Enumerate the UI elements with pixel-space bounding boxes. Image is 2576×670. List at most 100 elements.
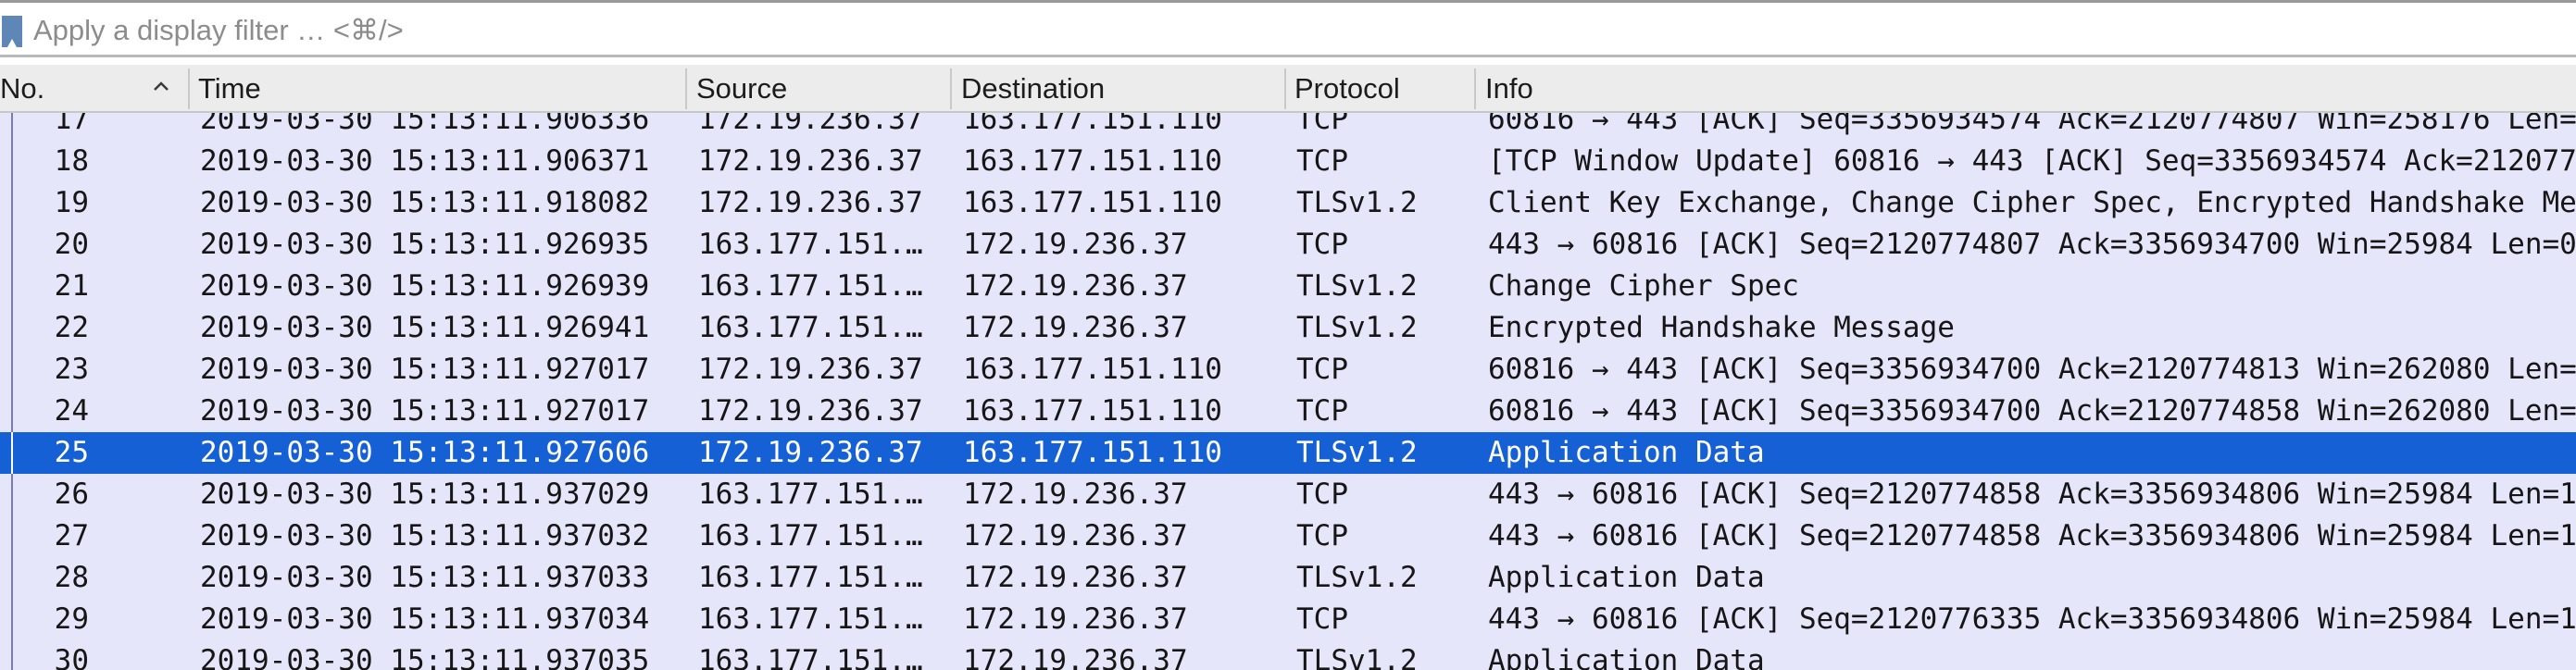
- packet-no: 22: [54, 311, 89, 344]
- packet-source: 163.177.151.…: [698, 644, 923, 670]
- packet-row[interactable]: 19 2019-03-30 15:13:11.918082 172.19.236…: [0, 182, 2576, 224]
- packet-no: 30: [54, 644, 89, 670]
- packet-row[interactable]: 20 2019-03-30 15:13:11.926935 163.177.15…: [0, 224, 2576, 266]
- packet-time: 2019-03-30 15:13:11.937032: [200, 519, 650, 552]
- packet-destination: 163.177.151.110: [963, 186, 1222, 219]
- packet-source: 163.177.151.…: [698, 228, 923, 261]
- packet-protocol: TCP: [1296, 602, 1348, 636]
- packet-time: 2019-03-30 15:13:11.926941: [200, 311, 650, 344]
- packet-info: 443 → 60816 [ACK] Seq=2120774858 Ack=335…: [1488, 519, 2576, 552]
- packet-time: 2019-03-30 15:13:11.926935: [200, 228, 650, 261]
- column-header-destination[interactable]: Destination: [961, 65, 1105, 111]
- packet-destination: 172.19.236.37: [963, 228, 1188, 261]
- packet-source: 163.177.151.…: [698, 561, 923, 594]
- column-header-no[interactable]: No.: [0, 65, 44, 111]
- packet-row-selected[interactable]: 25 2019-03-30 15:13:11.927606 172.19.236…: [0, 432, 2576, 474]
- packet-time: 2019-03-30 15:13:11.937029: [200, 478, 650, 511]
- packet-info: 60816 → 443 [ACK] Seq=3356934700 Ack=212…: [1488, 394, 2576, 428]
- sort-ascending-icon[interactable]: [151, 76, 171, 96]
- packet-time: 2019-03-30 15:13:11.927606: [200, 436, 650, 469]
- packet-protocol: TCP: [1296, 478, 1348, 511]
- packet-info: Client Key Exchange, Change Cipher Spec,…: [1488, 186, 2576, 219]
- packet-no: 29: [54, 602, 89, 636]
- column-header-time[interactable]: Time: [198, 65, 261, 111]
- display-filter-bar: [0, 0, 2576, 57]
- column-header-protocol-label: Protocol: [1294, 72, 1400, 105]
- packet-time: 2019-03-30 15:13:11.937035: [200, 644, 650, 670]
- packet-destination: 163.177.151.110: [963, 394, 1222, 428]
- packet-row[interactable]: 26 2019-03-30 15:13:11.937029 163.177.15…: [0, 474, 2576, 515]
- packet-no: 25: [54, 436, 89, 469]
- packet-destination: 172.19.236.37: [963, 269, 1188, 303]
- packet-info: Application Data: [1488, 436, 1765, 469]
- packet-protocol: TCP: [1296, 113, 1348, 136]
- packet-no: 20: [54, 228, 89, 261]
- packet-protocol: TLSv1.2: [1296, 311, 1418, 344]
- bookmark-icon[interactable]: [2, 16, 22, 47]
- packet-source: 172.19.236.37: [698, 186, 923, 219]
- packet-source: 172.19.236.37: [698, 353, 923, 386]
- packet-list-header: No. Time Source Destination Protocol Inf…: [0, 65, 2576, 113]
- packet-source: 163.177.151.…: [698, 478, 923, 511]
- packet-row[interactable]: 30 2019-03-30 15:13:11.937035 163.177.15…: [0, 640, 2576, 670]
- column-header-info-label: Info: [1485, 72, 1533, 105]
- column-header-no-label: No.: [0, 72, 45, 105]
- packet-source: 172.19.236.37: [698, 394, 923, 428]
- packet-info: 443 → 60816 [ACK] Seq=2120774858 Ack=335…: [1488, 478, 2576, 511]
- packet-no: 28: [54, 561, 89, 594]
- packet-destination: 172.19.236.37: [963, 311, 1188, 344]
- packet-time: 2019-03-30 15:13:11.906336: [200, 113, 650, 136]
- packet-row[interactable]: 24 2019-03-30 15:13:11.927017 172.19.236…: [0, 391, 2576, 432]
- packet-destination: 163.177.151.110: [963, 353, 1222, 386]
- packet-source: 163.177.151.…: [698, 269, 923, 303]
- packet-source: 172.19.236.37: [698, 436, 923, 469]
- packet-source: 163.177.151.…: [698, 602, 923, 636]
- packet-row[interactable]: 29 2019-03-30 15:13:11.937034 163.177.15…: [0, 599, 2576, 640]
- column-divider[interactable]: [1284, 68, 1286, 109]
- display-filter-input[interactable]: [33, 10, 2533, 51]
- column-header-info[interactable]: Info: [1485, 65, 1533, 111]
- packet-protocol: TLSv1.2: [1296, 269, 1418, 303]
- packet-row[interactable]: 18 2019-03-30 15:13:11.906371 172.19.236…: [0, 141, 2576, 182]
- column-divider[interactable]: [188, 68, 190, 109]
- packet-row[interactable]: 17 2019-03-30 15:13:11.906336 172.19.236…: [0, 113, 2576, 141]
- column-header-source-label: Source: [696, 72, 788, 105]
- packet-time: 2019-03-30 15:13:11.937034: [200, 602, 650, 636]
- packet-info: [TCP Window Update] 60816 → 443 [ACK] Se…: [1488, 144, 2576, 178]
- packet-destination: 172.19.236.37: [963, 478, 1188, 511]
- packet-list[interactable]: 17 2019-03-30 15:13:11.906336 172.19.236…: [0, 113, 2576, 670]
- packet-no: 21: [54, 269, 89, 303]
- packet-row[interactable]: 22 2019-03-30 15:13:11.926941 163.177.15…: [0, 307, 2576, 349]
- packet-destination: 172.19.236.37: [963, 561, 1188, 594]
- packet-source: 172.19.236.37: [698, 144, 923, 178]
- packet-row[interactable]: 28 2019-03-30 15:13:11.937033 163.177.15…: [0, 557, 2576, 599]
- packet-destination: 163.177.151.110: [963, 436, 1222, 469]
- column-header-destination-label: Destination: [961, 72, 1106, 105]
- packet-row[interactable]: 27 2019-03-30 15:13:11.937032 163.177.15…: [0, 515, 2576, 557]
- column-header-source[interactable]: Source: [696, 65, 787, 111]
- packet-info: 60816 → 443 [ACK] Seq=3356934574 Ack=212…: [1488, 113, 2576, 136]
- packet-protocol: TLSv1.2: [1296, 436, 1418, 469]
- column-divider[interactable]: [950, 68, 952, 109]
- packet-time: 2019-03-30 15:13:11.937033: [200, 561, 650, 594]
- column-divider[interactable]: [685, 68, 687, 109]
- packet-protocol: TCP: [1296, 353, 1348, 386]
- packet-protocol: TCP: [1296, 394, 1348, 428]
- packet-protocol: TCP: [1296, 228, 1348, 261]
- packet-info: Change Cipher Spec: [1488, 269, 1799, 303]
- packet-info: Application Data: [1488, 644, 1765, 670]
- packet-info: 60816 → 443 [ACK] Seq=3356934700 Ack=212…: [1488, 353, 2576, 386]
- packet-no: 24: [54, 394, 89, 428]
- packet-no: 23: [54, 353, 89, 386]
- packet-protocol: TCP: [1296, 519, 1348, 552]
- column-divider[interactable]: [1474, 68, 1476, 109]
- packet-row[interactable]: 23 2019-03-30 15:13:11.927017 172.19.236…: [0, 349, 2576, 391]
- packet-protocol: TLSv1.2: [1296, 561, 1418, 594]
- column-header-time-label: Time: [198, 72, 261, 105]
- packet-destination: 172.19.236.37: [963, 602, 1188, 636]
- packet-row[interactable]: 21 2019-03-30 15:13:11.926939 163.177.15…: [0, 266, 2576, 307]
- packet-time: 2019-03-30 15:13:11.906371: [200, 144, 650, 178]
- column-header-protocol[interactable]: Protocol: [1294, 65, 1400, 111]
- packet-destination: 172.19.236.37: [963, 519, 1188, 552]
- packet-no: 27: [54, 519, 89, 552]
